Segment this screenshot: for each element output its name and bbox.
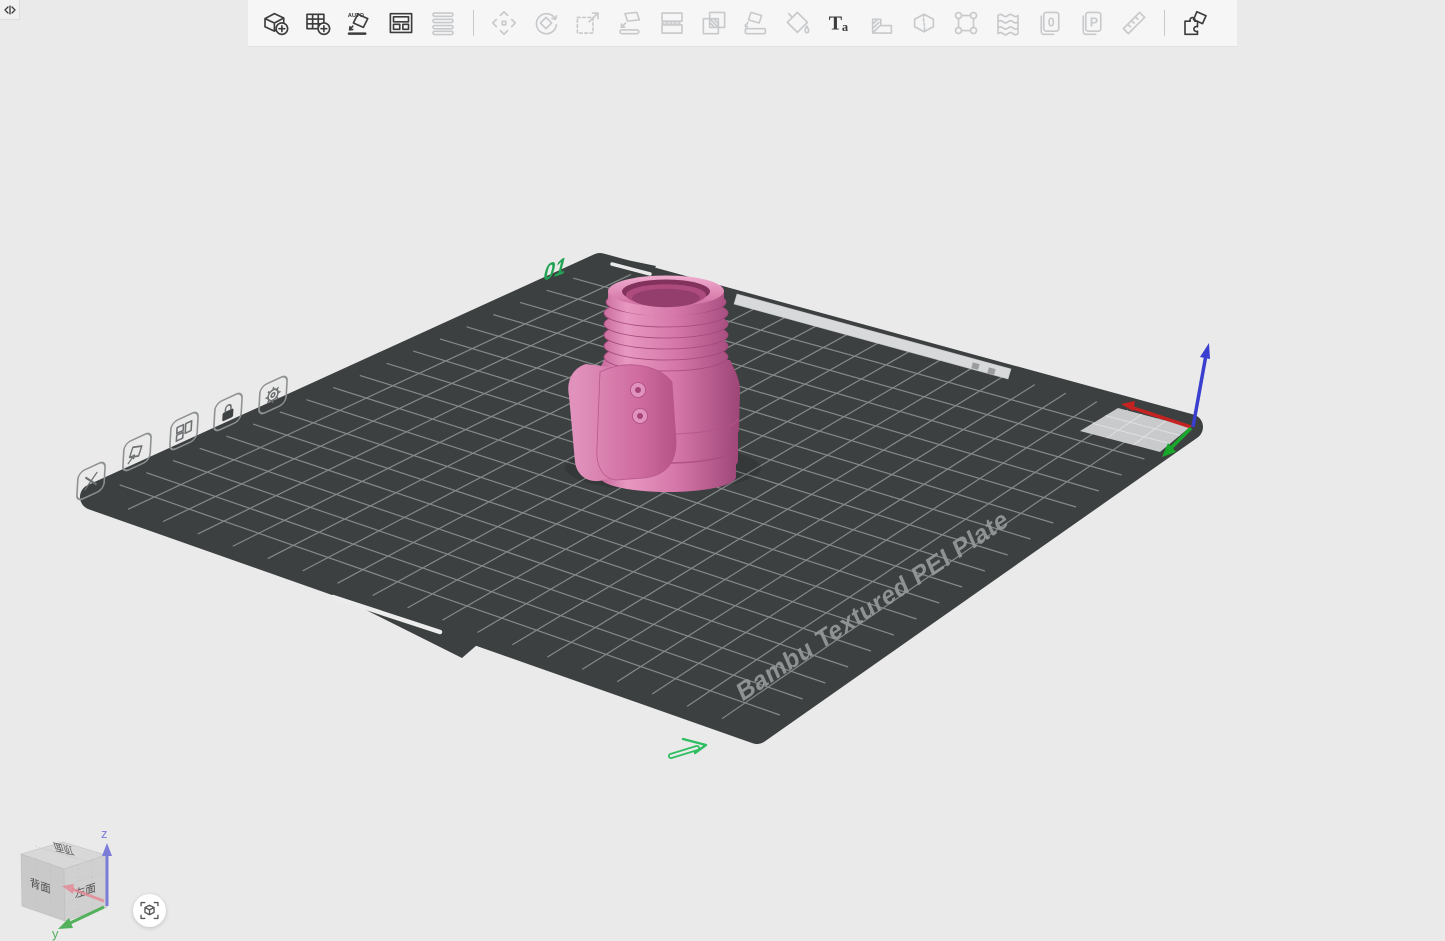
fit-view-cube-icon <box>140 901 159 920</box>
lock-plate-icon <box>222 403 234 422</box>
navigation-cube[interactable]: 顶面 背面 左面 z y <box>21 826 112 941</box>
model-bracket <box>568 364 676 481</box>
plate-front-arrow-icon <box>671 739 706 756</box>
fit-view-button[interactable] <box>133 894 166 927</box>
cube-z-label: z <box>101 826 108 841</box>
viewport-3d[interactable]: Bambu Textured PEI Plate 01 <box>0 0 1445 941</box>
z-axis-arrow <box>1193 355 1206 427</box>
model-bore <box>632 289 700 307</box>
arrange-plate-icon <box>176 421 191 441</box>
orient-plate-icon <box>128 443 142 463</box>
application-window: AUTOTa0P <box>0 0 1445 941</box>
cube-y-label: y <box>52 926 59 941</box>
